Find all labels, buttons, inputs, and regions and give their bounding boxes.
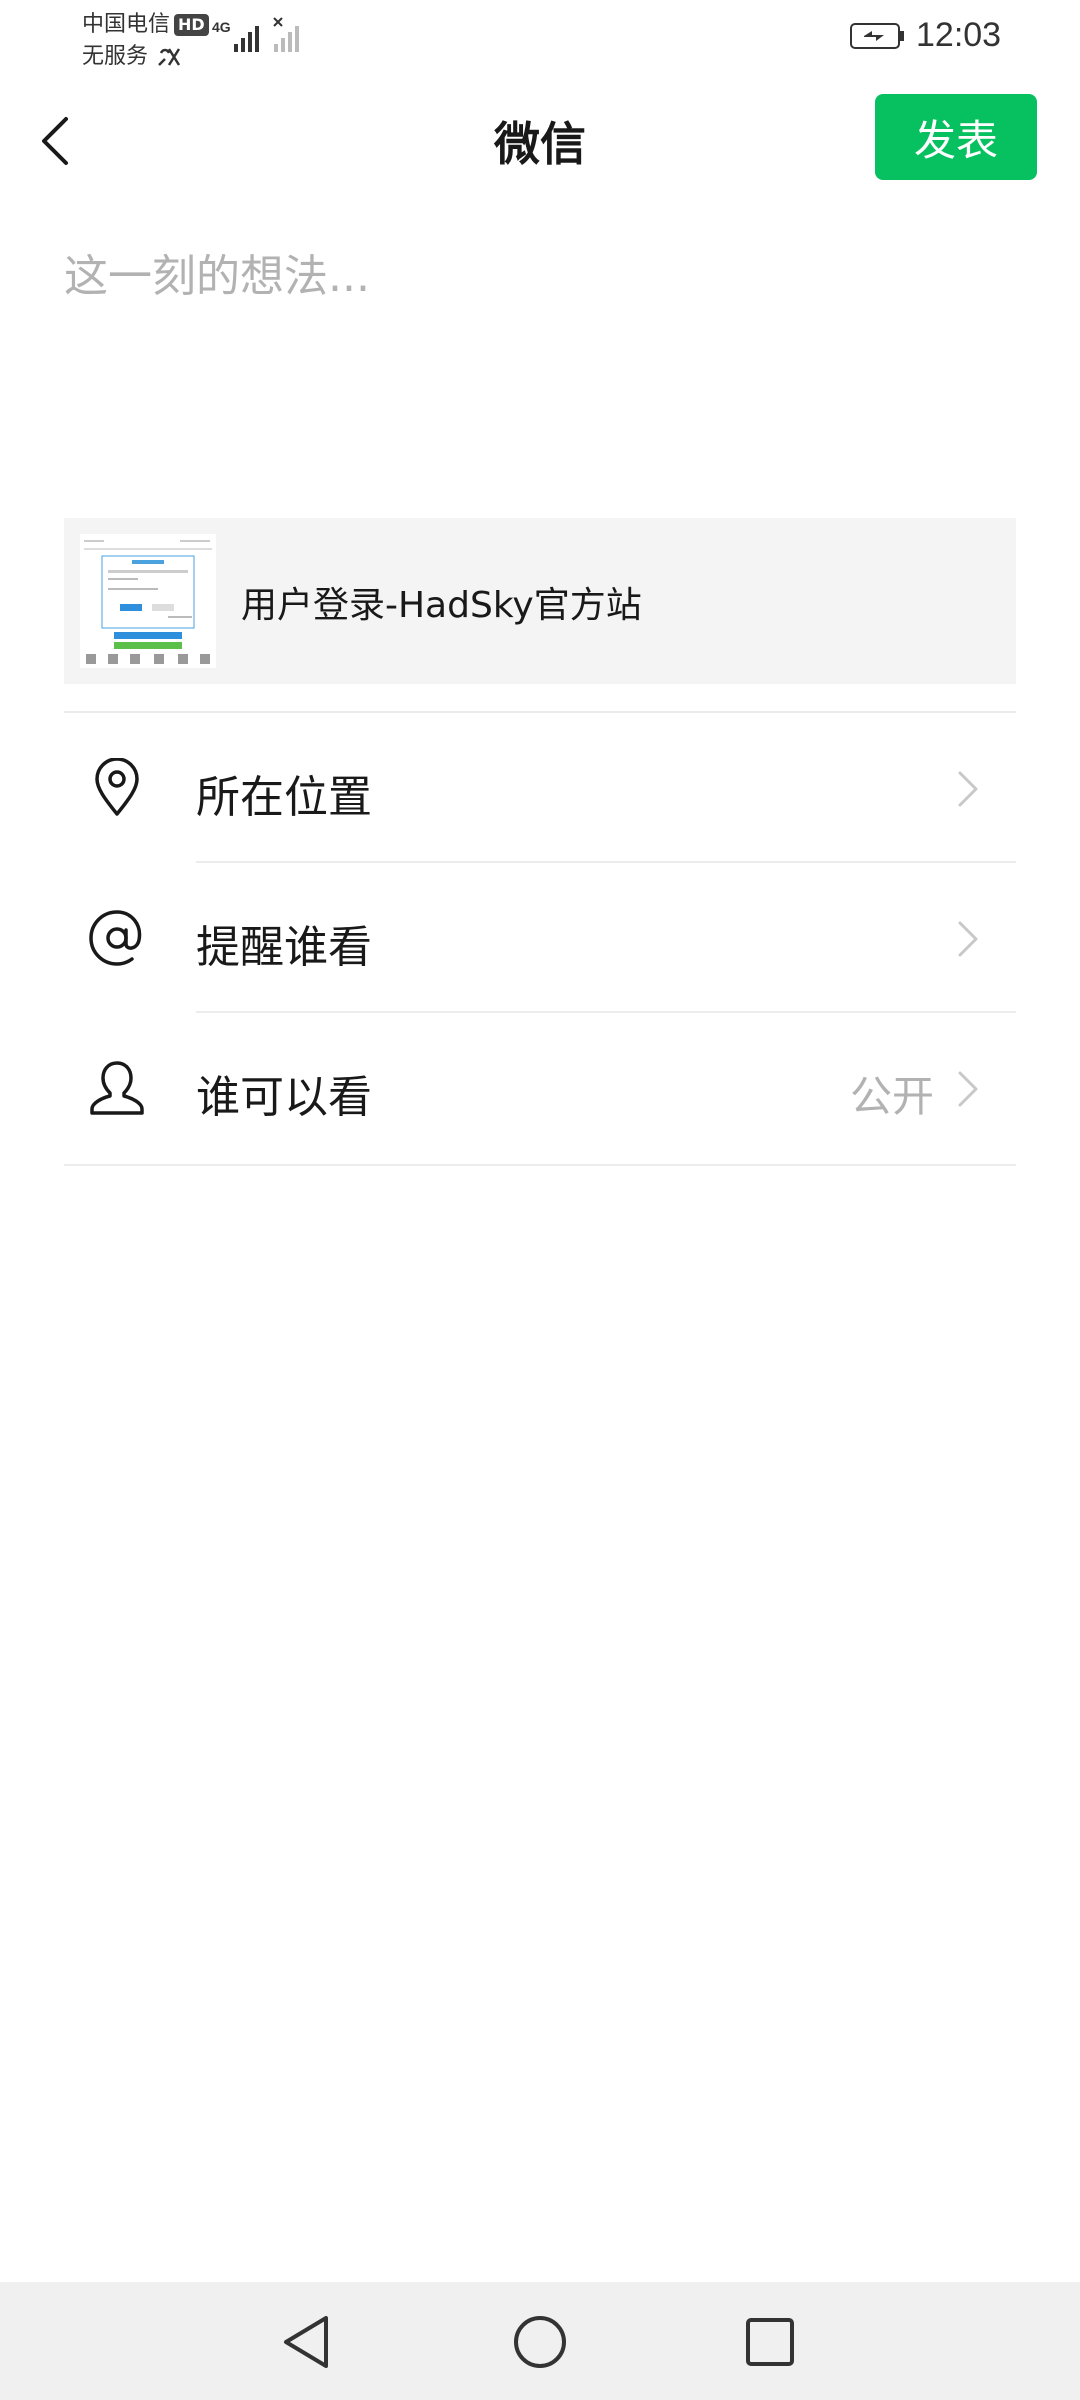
network-type-label: 4G bbox=[212, 19, 231, 35]
clock: 12:03 bbox=[916, 16, 1002, 54]
remind-label: 提醒谁看 bbox=[196, 922, 372, 973]
publish-button[interactable]: 发表 bbox=[875, 94, 1037, 180]
signal-strength-icon: 4G bbox=[212, 17, 299, 52]
visibility-value: 公开 bbox=[849, 1072, 934, 1121]
service-status: 无服务 bbox=[82, 38, 181, 70]
nav-recents-icon[interactable] bbox=[740, 2312, 800, 2372]
thought-input[interactable]: 这一刻的想法... bbox=[64, 240, 1014, 440]
carrier-name: 中国电信 HD bbox=[82, 6, 209, 38]
status-bar: 中国电信 HD 无服务 4G 12:03 bbox=[0, 0, 1080, 80]
carrier-label: 中国电信 bbox=[82, 12, 171, 37]
nav-bar: 微信 发表 bbox=[0, 80, 1080, 200]
link-title: 用户登录-HadSky官方站 bbox=[241, 585, 642, 626]
link-thumbnail bbox=[80, 534, 216, 668]
battery-icon bbox=[850, 23, 904, 49]
at-sign-icon bbox=[86, 907, 148, 969]
chevron-right-icon bbox=[958, 1071, 978, 1107]
hd-badge: HD bbox=[174, 14, 209, 36]
location-label: 所在位置 bbox=[196, 772, 372, 823]
visibility-row[interactable]: 谁可以看 公开 bbox=[64, 1013, 1016, 1163]
divider bbox=[64, 1164, 1016, 1166]
visibility-label: 谁可以看 bbox=[196, 1072, 372, 1123]
person-icon bbox=[86, 1057, 148, 1119]
link-preview-card[interactable]: 用户登录-HadSky官方站 bbox=[64, 518, 1016, 684]
service-status-label: 无服务 bbox=[82, 44, 149, 69]
chevron-right-icon bbox=[958, 921, 978, 957]
nav-back-icon[interactable] bbox=[278, 2312, 338, 2372]
remind-row[interactable]: 提醒谁看 bbox=[64, 863, 1016, 1013]
location-pin-icon bbox=[86, 757, 148, 819]
system-nav-bar bbox=[0, 2282, 1080, 2400]
nav-home-icon[interactable] bbox=[510, 2312, 570, 2372]
chevron-right-icon bbox=[958, 771, 978, 807]
no-signal-phone-icon bbox=[158, 48, 181, 66]
location-row[interactable]: 所在位置 bbox=[64, 713, 1016, 863]
